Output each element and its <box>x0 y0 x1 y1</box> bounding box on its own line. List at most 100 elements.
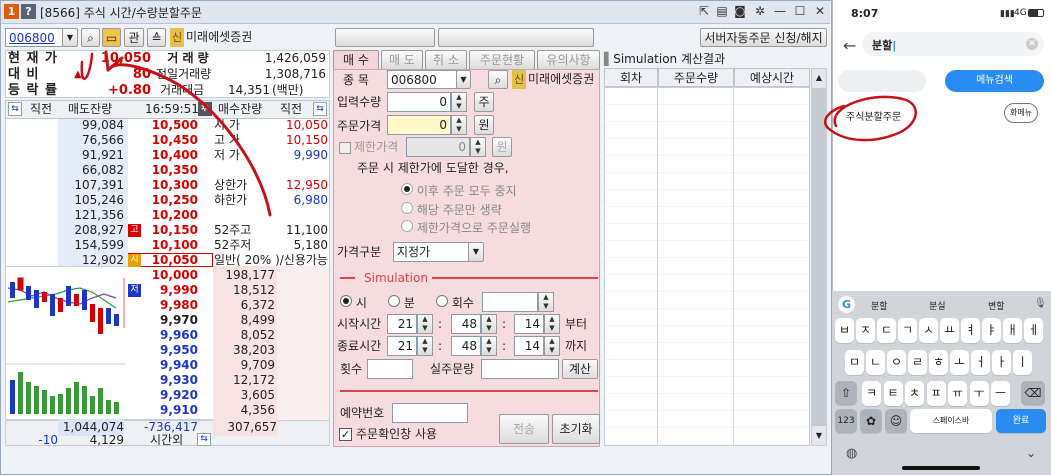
keyboard-key[interactable]: ㅓ <box>971 350 990 375</box>
unit-count-input[interactable] <box>482 292 538 312</box>
keyboard-key[interactable]: ㅣ <box>1013 350 1032 375</box>
order-search-icon[interactable]: ⌕ <box>488 70 508 89</box>
swap-right-icon[interactable]: ⇆ <box>313 102 327 116</box>
bid-price[interactable]: 9,910 <box>140 402 198 419</box>
qty-unit-button[interactable]: 주 <box>474 92 494 112</box>
end-sec-input[interactable]: 14 <box>514 336 544 356</box>
camera-icon[interactable]: ◙ <box>732 3 748 19</box>
price-input[interactable]: 0 <box>387 115 451 135</box>
minimize-button[interactable]: — <box>772 3 788 19</box>
price-type-dropdown-icon[interactable]: ▼ <box>468 242 484 262</box>
keyboard-key[interactable]: ㅁ <box>845 350 864 375</box>
shift-key[interactable]: ⇧ <box>835 381 857 405</box>
keyboard-key[interactable]: ㅎ <box>929 350 948 375</box>
search-icon[interactable]: ⌕ <box>81 28 100 47</box>
keyboard-key[interactable]: ㅠ <box>948 381 967 406</box>
link-icon[interactable]: ⇱ <box>696 3 712 19</box>
tab-order-status[interactable]: 주문현황 <box>469 50 535 70</box>
settings-icon[interactable]: ✲ <box>198 102 212 116</box>
start-min-input[interactable]: 48 <box>451 314 481 334</box>
start-sec-stepper[interactable]: ▲ ▼ <box>544 314 560 334</box>
tab-cancel[interactable]: 취 소 <box>425 50 467 70</box>
space-key[interactable]: 스페이스바 <box>910 409 992 433</box>
menu-search-button[interactable]: 메뉴검색 <box>945 70 1044 92</box>
sim-scroll-thumb[interactable] <box>812 88 826 426</box>
count-input[interactable] <box>367 359 413 379</box>
numbers-key[interactable]: 123 <box>835 409 857 433</box>
price-stepper[interactable]: ▲ ▼ <box>451 115 467 135</box>
keyboard-key[interactable]: ㅑ <box>982 318 1001 343</box>
unit-count-stepper[interactable]: ▲ ▼ <box>538 292 554 312</box>
folder-icon[interactable]: ▭ <box>102 28 121 47</box>
qty-input[interactable]: 0 <box>387 92 451 112</box>
opt-stop-all[interactable]: 이후 주문 모두 중지 <box>401 182 517 199</box>
scroll-up-icon[interactable]: ▲ <box>812 69 826 87</box>
server-auto-order-button[interactable]: 서버자동주문 신청/해지 <box>700 28 827 47</box>
keyboard-key[interactable]: ㅐ <box>1003 318 1022 343</box>
keyboard-key[interactable]: ㄴ <box>866 350 885 375</box>
swap-left-icon[interactable]: ⇆ <box>8 102 22 116</box>
after-hours-swap-icon[interactable]: ⇆ <box>197 433 211 446</box>
start-hour-input[interactable]: 21 <box>387 314 417 334</box>
start-hour-stepper[interactable]: ▲ ▼ <box>417 314 433 334</box>
back-icon[interactable]: ← <box>843 36 856 55</box>
globe-icon[interactable]: ◍ <box>846 446 857 461</box>
keyboard-key[interactable]: ㅡ <box>991 381 1010 406</box>
kwan-button[interactable]: 관 <box>124 28 144 47</box>
confirm-checkbox[interactable]: ✓ <box>339 428 352 441</box>
backspace-key[interactable]: ⌫ <box>1021 381 1045 405</box>
toolbar-blank-1[interactable] <box>335 28 435 47</box>
clear-search-icon[interactable]: ✕ <box>1026 38 1038 50</box>
send-button[interactable]: 전송 <box>499 414 549 444</box>
start-min-stepper[interactable]: ▲ ▼ <box>481 314 497 334</box>
phone-chip-left[interactable] <box>838 70 926 92</box>
gear-icon[interactable]: ✲ <box>752 3 768 19</box>
end-min-input[interactable]: 48 <box>451 336 481 356</box>
limit-checkbox[interactable] <box>339 142 351 154</box>
keyboard-key[interactable]: ㅇ <box>887 350 906 375</box>
opt-limit-exec[interactable]: 제한가격으로 주문실행 <box>401 219 531 236</box>
result-menu-button[interactable]: 화메뉴 <box>1004 103 1038 123</box>
tab-sell[interactable]: 매 도 <box>381 50 423 70</box>
order-code-dropdown-icon[interactable]: ▼ <box>456 70 471 89</box>
suggestion-1[interactable]: 분할 <box>871 299 888 312</box>
keyboard-key[interactable]: ㅋ <box>862 381 881 406</box>
suggestion-3[interactable]: 변할 <box>988 299 1005 312</box>
order-code-input[interactable]: 006800 <box>387 70 457 89</box>
keyboard-key[interactable]: ㅌ <box>883 381 903 406</box>
unit-hour-radio[interactable]: 시 <box>340 294 367 311</box>
scroll-down-icon[interactable]: ▼ <box>812 427 826 445</box>
stock-code-input[interactable]: 006800 <box>5 28 63 47</box>
keyboard-key[interactable]: ㅊ <box>905 381 924 406</box>
keyboard-key[interactable]: ㅍ <box>926 381 946 406</box>
keyboard-key[interactable]: ㄹ <box>908 350 927 375</box>
qty-stepper[interactable]: ▲ ▼ <box>451 92 467 112</box>
phone-search-input[interactable]: 분할| <box>872 37 896 53</box>
end-min-stepper[interactable]: ▲ ▼ <box>481 336 497 356</box>
suggestion-2[interactable]: 분실 <box>929 299 946 312</box>
calc-button[interactable]: 계산 <box>562 359 598 379</box>
result-item[interactable]: 주식분할주문 <box>846 108 901 123</box>
tab-notes[interactable]: 유의사항 <box>537 50 600 70</box>
limit-stepper[interactable]: ▲ ▼ <box>470 137 486 157</box>
tab-buy[interactable]: 매 수 <box>333 50 379 70</box>
maximize-button[interactable]: ☐ <box>792 3 808 19</box>
done-key[interactable]: 완료 <box>996 409 1046 433</box>
unit-count-radio[interactable]: 회수 <box>436 294 474 311</box>
keyboard-hide-icon[interactable]: ⌄ <box>1026 446 1036 460</box>
keyboard-key[interactable]: ㄱ <box>898 318 917 343</box>
limit-input[interactable]: 0 <box>406 137 470 157</box>
help-icon[interactable]: ? <box>21 4 36 19</box>
stack-icon[interactable]: ≙ <box>147 28 166 47</box>
close-button[interactable]: ✕ <box>812 3 828 19</box>
settings-key-icon[interactable]: ✿ <box>860 409 882 433</box>
end-hour-stepper[interactable]: ▲ ▼ <box>417 336 433 356</box>
end-hour-input[interactable]: 21 <box>387 336 417 356</box>
keyboard-key[interactable]: ㅜ <box>969 381 989 406</box>
notes-icon[interactable]: ▤ <box>714 3 730 19</box>
limit-unit-button[interactable]: 원 <box>492 137 512 157</box>
mic-icon[interactable]: 🎙 <box>1034 298 1047 309</box>
reserve-input[interactable] <box>392 403 468 423</box>
toolbar-blank-2[interactable] <box>438 28 594 47</box>
price-type-select[interactable]: 지정가 <box>393 242 469 262</box>
